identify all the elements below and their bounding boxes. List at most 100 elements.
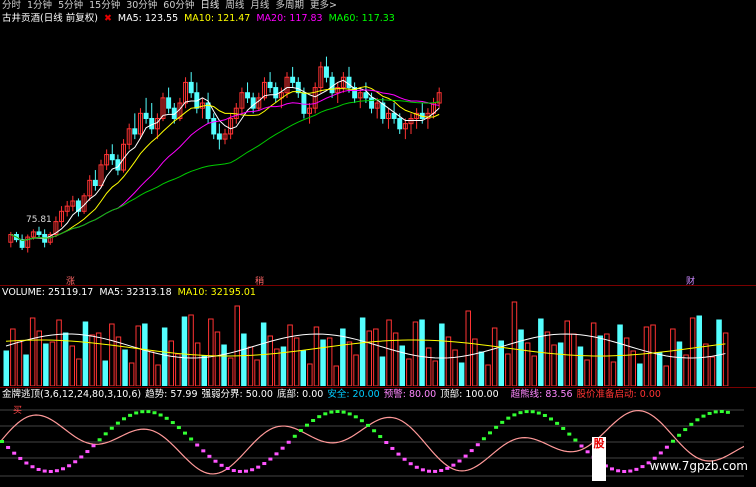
indicator-dot: [536, 411, 541, 415]
timeframe-tab-1[interactable]: 1分钟: [27, 0, 52, 12]
indicator-dot: [109, 426, 114, 430]
volume-bar: [307, 363, 313, 386]
volume-bar: [214, 331, 221, 386]
indicator-dot: [225, 466, 230, 470]
volume-bar: [584, 359, 590, 386]
indicator-dot: [286, 440, 291, 444]
volume-bar: [287, 324, 293, 386]
indicator-dot: [707, 411, 712, 415]
volume-bar: [208, 318, 214, 386]
indicator-dot: [402, 457, 407, 461]
timeframe-tab-8[interactable]: 月线: [250, 0, 269, 12]
indicator-dot: [36, 467, 41, 471]
close-icon[interactable]: ✖: [104, 13, 112, 25]
indicator-dot: [128, 413, 133, 417]
indicator-dot: [555, 421, 560, 425]
volume-bar: [49, 341, 56, 386]
candle-body: [363, 92, 369, 99]
volume-bar: [564, 320, 570, 386]
indicator-dot: [713, 410, 718, 414]
candle-body: [369, 97, 375, 109]
timeframe-tab-4[interactable]: 30分钟: [126, 0, 157, 12]
indicator-dot: [500, 420, 505, 424]
indicator-dot: [6, 445, 11, 449]
indicator-dot: [298, 429, 303, 433]
volume-bar: [577, 346, 584, 386]
indicator-dot: [640, 465, 645, 469]
indicator-dot: [579, 444, 584, 448]
indicator-dot: [207, 454, 212, 458]
timeframe-tab-5[interactable]: 60分钟: [163, 0, 194, 12]
volume-bar: [43, 343, 49, 386]
ma10-label: MA10: 121.47: [184, 13, 251, 24]
indicator-dot: [463, 454, 468, 458]
candle-body: [166, 97, 172, 109]
volume-bar: [531, 355, 537, 386]
indicator-dot: [622, 469, 627, 473]
timeframe-tab-7[interactable]: 周线: [225, 0, 244, 12]
volume-chart[interactable]: [0, 298, 744, 386]
indicator-dot: [384, 441, 389, 445]
volume-bar: [366, 330, 372, 386]
indicator-dot: [481, 437, 486, 441]
volume-bar: [155, 364, 161, 386]
indicator-dot: [695, 418, 700, 422]
indicator-dot: [170, 421, 175, 425]
candle-body: [36, 231, 42, 235]
indicator-dot: [518, 411, 523, 415]
volume-bar: [29, 317, 36, 386]
volume-bar: [392, 332, 399, 386]
candle-body: [143, 112, 149, 119]
indicator-dot: [231, 469, 236, 473]
indicator-dot: [610, 467, 614, 471]
timeframe-tab-2[interactable]: 5分钟: [58, 0, 83, 12]
indicator-dot: [61, 467, 65, 471]
candle-body: [216, 133, 222, 140]
volume-bar: [234, 305, 240, 386]
candle-body: [397, 117, 403, 130]
volume-bar: [300, 350, 306, 386]
indicator-dot: [408, 462, 413, 466]
volume-bar: [557, 342, 564, 386]
timeframe-tab-6[interactable]: 日线: [200, 0, 219, 12]
indicator-dot: [445, 466, 450, 470]
timeframe-tab-9[interactable]: 多周期: [275, 0, 304, 12]
indicator-dot: [347, 412, 352, 416]
low-price-label: 75.81: [26, 215, 52, 225]
indicator-dot: [396, 452, 401, 456]
indicator-dot: [115, 421, 120, 425]
indicator-dot: [195, 443, 200, 447]
volume-bar: [201, 355, 207, 386]
volume-bar: [76, 358, 82, 386]
indicator-dot: [292, 434, 297, 438]
indicator-dot: [457, 459, 462, 463]
volume-bar: [115, 336, 122, 386]
timeframe-tab-0[interactable]: 分时: [2, 0, 21, 12]
volume-bar: [95, 332, 102, 386]
volume-bar: [16, 341, 23, 386]
indicator-dot: [628, 469, 633, 473]
volume-bar: [716, 319, 722, 386]
volume-bar: [227, 357, 234, 386]
volume-bar: [3, 350, 9, 386]
indicator-dot: [671, 439, 675, 443]
candle-body: [132, 128, 138, 135]
volume-bar: [478, 351, 485, 386]
price-chart[interactable]: [0, 26, 744, 278]
candle-body: [290, 76, 296, 83]
volume-bar: [353, 354, 359, 386]
candle-body: [109, 154, 115, 161]
volume-bar: [102, 360, 108, 386]
indicator-dot: [48, 469, 53, 473]
volume-bar: [254, 359, 260, 386]
volume-bar: [148, 351, 155, 386]
volume-bar: [709, 356, 716, 386]
indicator-chart[interactable]: [0, 400, 744, 484]
indicator-dot: [616, 469, 621, 473]
indicator-dot: [506, 416, 511, 420]
volume-bar: [373, 328, 379, 386]
indicator-dot: [244, 469, 248, 473]
indicator-dot: [42, 469, 47, 473]
timeframe-tab-3[interactable]: 15分钟: [89, 0, 120, 12]
timeframe-tab-10[interactable]: 更多>: [310, 0, 337, 12]
